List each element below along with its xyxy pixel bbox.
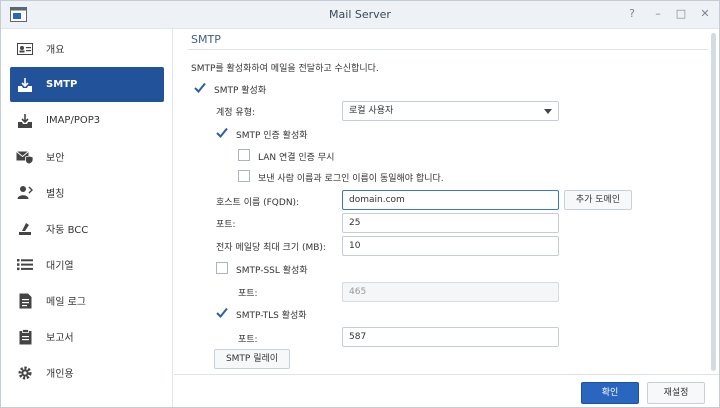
title-bar: Mail Server ? – □ ✕ bbox=[1, 1, 719, 29]
smtp-auth-checkbox[interactable] bbox=[216, 127, 228, 139]
sidebar-item-label: 개인용 bbox=[46, 369, 74, 380]
add-domain-button[interactable]: 추가 도메인 bbox=[564, 190, 632, 210]
tls-port-input[interactable]: 587 bbox=[342, 327, 559, 347]
minimize-icon[interactable]: – bbox=[651, 7, 665, 21]
account-type-value: 로컬 사용자 bbox=[349, 106, 394, 116]
sidebar-item-label: 보고서 bbox=[46, 333, 74, 344]
sidebar-item-alias[interactable]: 별칭 bbox=[10, 175, 164, 210]
smtp-tls-checkbox[interactable] bbox=[216, 307, 228, 319]
sidebar-item-security[interactable]: 보안 bbox=[10, 139, 164, 174]
sidebar-item-imap-pop3[interactable]: IMAP/POP3 bbox=[10, 103, 164, 138]
smtp-description: SMTP를 활성화하여 메일을 전달하고 수신합니다. bbox=[191, 64, 379, 74]
sidebar-item-auto-bcc[interactable]: 자동 BCC bbox=[10, 211, 164, 246]
window-title: Mail Server bbox=[329, 8, 391, 21]
sidebar-item-label: IMAP/POP3 bbox=[46, 115, 101, 126]
sidebar-item-label: 대기열 bbox=[46, 261, 74, 272]
gear-icon bbox=[14, 364, 36, 382]
reset-button[interactable]: 재설정 bbox=[647, 382, 705, 404]
account-type-label: 계정 유형: bbox=[216, 108, 256, 118]
account-type-select[interactable]: 로컬 사용자 bbox=[342, 101, 559, 121]
list-icon bbox=[14, 256, 36, 274]
clipboard-icon bbox=[14, 328, 36, 346]
sidebar-item-label: 별칭 bbox=[46, 189, 65, 200]
mail-shield-icon bbox=[14, 148, 36, 166]
smtp-settings-panel: SMTP SMTP를 활성화하여 메일을 전달하고 수신합니다. SMTP 활성… bbox=[174, 29, 719, 374]
id-card-icon bbox=[14, 40, 36, 58]
sidebar-item-label: 개요 bbox=[46, 45, 65, 56]
smtp-tls-label: SMTP-TLS 활성화 bbox=[236, 311, 307, 321]
inbox-download-icon bbox=[14, 76, 36, 94]
sidebar-item-label: 메일 로그 bbox=[46, 297, 86, 308]
maximize-icon[interactable]: □ bbox=[674, 7, 688, 21]
port-input[interactable]: 25 bbox=[342, 213, 559, 233]
sidebar-item-label: 보안 bbox=[46, 153, 65, 164]
content-scrollbar[interactable] bbox=[711, 29, 717, 374]
section-divider bbox=[188, 49, 708, 50]
tls-port-label: 포트: bbox=[238, 335, 258, 345]
sidebar-item-label: 자동 BCC bbox=[46, 225, 89, 236]
sidebar-item-queue[interactable]: 대기열 bbox=[10, 247, 164, 282]
ignore-lan-auth-checkbox[interactable] bbox=[238, 149, 250, 161]
footer-divider bbox=[174, 374, 719, 375]
sender-match-label: 보낸 사람 이름과 로그인 이름이 동일해야 합니다. bbox=[258, 174, 444, 184]
enable-smtp-checkbox[interactable] bbox=[194, 82, 206, 94]
help-icon[interactable]: ? bbox=[625, 7, 639, 21]
enable-smtp-label: SMTP 활성화 bbox=[214, 86, 267, 96]
user-alias-icon bbox=[14, 184, 36, 202]
max-size-label: 전자 메일당 최대 크기 (MB): bbox=[216, 243, 326, 253]
sidebar-item-personal[interactable]: 개인용 bbox=[10, 355, 164, 390]
sidebar-item-mail-log[interactable]: 메일 로그 bbox=[10, 283, 164, 318]
port-label: 포트: bbox=[216, 220, 236, 230]
sender-match-checkbox[interactable] bbox=[238, 170, 250, 182]
inbox-download-icon bbox=[14, 112, 36, 130]
chevron-down-icon bbox=[544, 109, 552, 114]
apply-button[interactable]: 확인 bbox=[581, 382, 639, 404]
smtp-ssl-label: SMTP-SSL 활성화 bbox=[236, 266, 308, 276]
document-icon bbox=[14, 292, 36, 310]
scrollbar-thumb[interactable] bbox=[711, 33, 716, 371]
ssl-port-input[interactable]: 465 bbox=[342, 282, 559, 302]
close-icon[interactable]: ✕ bbox=[698, 7, 712, 21]
ssl-port-label: 포트: bbox=[238, 289, 258, 299]
ignore-lan-auth-label: LAN 연결 인증 무시 bbox=[258, 153, 335, 163]
sidebar-item-label: SMTP bbox=[46, 79, 78, 90]
sidebar-item-overview[interactable]: 개요 bbox=[10, 31, 164, 66]
section-title: SMTP bbox=[191, 33, 221, 46]
sidebar: 개요 SMTP IMAP/POP3 보안 별칭 자동 BCC 대기열 메일 로그… bbox=[1, 29, 173, 407]
smtp-ssl-checkbox[interactable] bbox=[216, 262, 228, 274]
smtp-auth-label: SMTP 인증 활성화 bbox=[236, 131, 308, 141]
sidebar-item-smtp[interactable]: SMTP bbox=[10, 67, 164, 102]
max-size-input[interactable]: 10 bbox=[342, 236, 559, 256]
sidebar-item-report[interactable]: 보고서 bbox=[10, 319, 164, 354]
smtp-relay-button[interactable]: SMTP 릴레이 bbox=[214, 349, 290, 369]
hostname-input[interactable]: domain.com bbox=[342, 190, 559, 210]
mail-server-window: Mail Server ? – □ ✕ 개요 SMTP IMAP/POP3 보안… bbox=[0, 0, 720, 408]
hostname-label: 호스트 이름 (FQDN): bbox=[216, 198, 300, 208]
auto-bcc-icon bbox=[14, 220, 36, 238]
